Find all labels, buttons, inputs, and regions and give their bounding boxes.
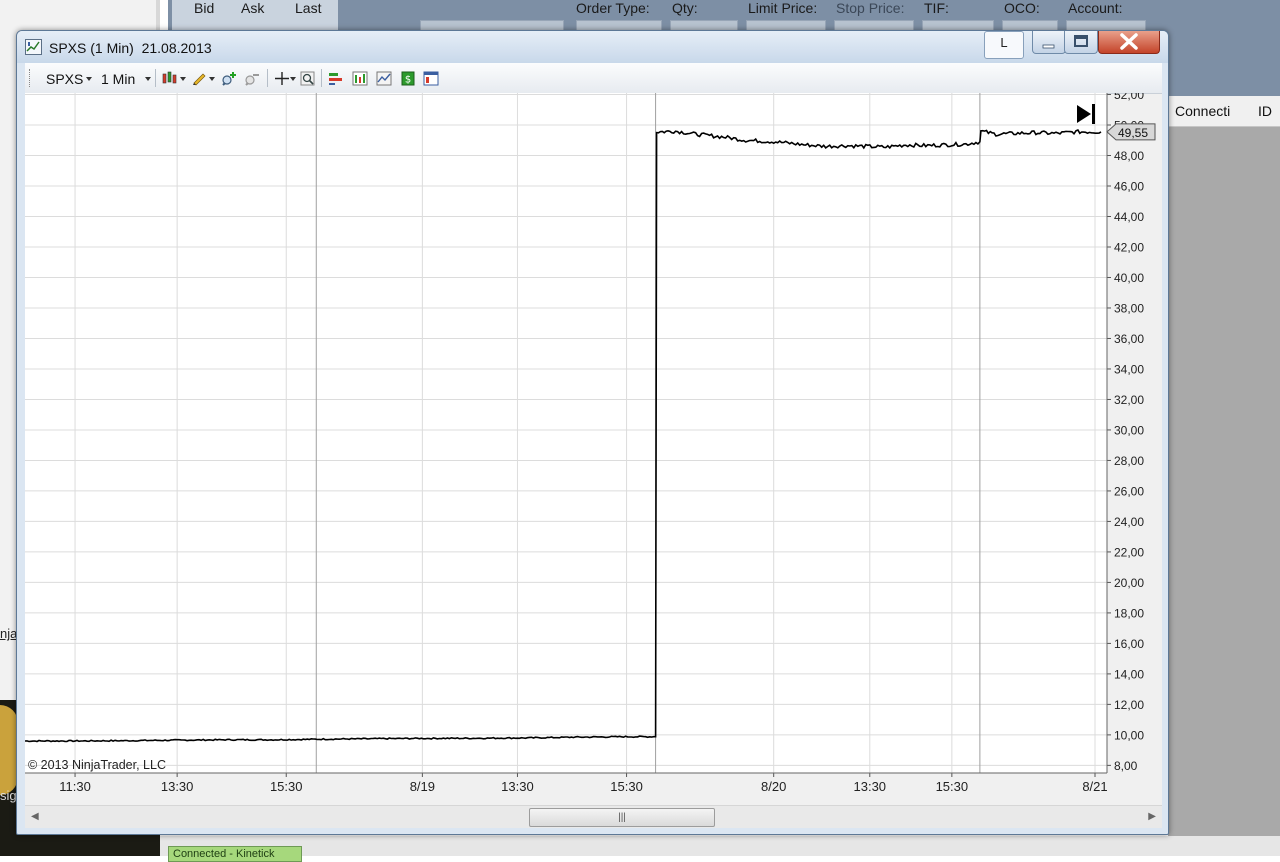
- chart-style-icon[interactable]: [161, 71, 177, 86]
- crosshair-icon[interactable]: [274, 71, 290, 86]
- minimize-icon: [1042, 44, 1055, 49]
- account-header: Account:: [1068, 0, 1123, 16]
- chart-toolbar: SPXS 1 Min $: [25, 63, 1162, 94]
- maximize-button[interactable]: [1064, 31, 1098, 54]
- connections-header-row: Connecti ID: [1168, 96, 1280, 127]
- x-tick-label: 15:30: [270, 779, 303, 794]
- scroll-thumb[interactable]: |||: [529, 808, 715, 827]
- x-tick-label: 8/21: [1082, 779, 1107, 794]
- x-tick-label: 8/19: [410, 779, 435, 794]
- y-tick-label: 8,00: [1114, 759, 1138, 773]
- instrument-selector[interactable]: SPXS: [46, 71, 83, 87]
- magnifier-icon[interactable]: [300, 71, 316, 86]
- drawing-tools-icon[interactable]: [191, 71, 207, 86]
- maximize-icon: [1074, 35, 1088, 47]
- y-tick-label: 48,00: [1114, 149, 1144, 163]
- limit-price-header: Limit Price:: [748, 0, 818, 16]
- copyright-text: © 2013 NinjaTrader, LLC: [28, 758, 166, 772]
- instrument-caret-icon[interactable]: [86, 77, 92, 81]
- minimize-button[interactable]: [1032, 31, 1066, 54]
- stop-price-header: Stop Price:: [836, 0, 905, 16]
- y-tick-label: 52,00: [1114, 93, 1144, 102]
- zoom-out-icon[interactable]: [244, 71, 260, 86]
- x-tick-label: 13:30: [161, 779, 194, 794]
- window-title: SPXS (1 Min) 21.08.2013: [49, 40, 212, 56]
- x-tick-label: 11:30: [59, 779, 91, 794]
- y-tick-label: 36,00: [1114, 332, 1144, 346]
- y-tick-label: 18,00: [1114, 606, 1144, 620]
- toolbar-separator-2: [267, 69, 268, 87]
- background-bottom-bar: [160, 836, 1280, 856]
- x-tick-label: 13:30: [854, 779, 887, 794]
- x-tick-label: 15:30: [936, 779, 969, 794]
- qty-header: Qty:: [672, 0, 698, 16]
- y-tick-label: 16,00: [1114, 637, 1144, 651]
- y-tick-label: 40,00: [1114, 271, 1144, 285]
- close-button[interactable]: [1098, 31, 1160, 54]
- background-connections-panel: Connecti ID: [1168, 96, 1280, 856]
- title-bar[interactable]: SPXS (1 Min) 21.08.2013 L: [17, 31, 1168, 63]
- strategies-icon[interactable]: [376, 71, 392, 86]
- last-header: Last: [295, 0, 322, 16]
- oco-header: OCO:: [1004, 0, 1040, 16]
- price-chart[interactable]: 8,00 10,00 12,00 14,00 16,00 18,00 20,00 22,00 2…: [24, 88, 1162, 805]
- y-tick-label: 42,00: [1114, 240, 1144, 254]
- plot-background: [25, 93, 1107, 773]
- zoom-in-icon[interactable]: [221, 71, 237, 86]
- x-tick-label: 8/20: [761, 779, 786, 794]
- svg-text:$: $: [405, 75, 411, 86]
- data-series-icon[interactable]: [328, 71, 344, 86]
- background-fragment-text-2: sig: [0, 788, 17, 803]
- y-tick-label: 22,00: [1114, 545, 1144, 559]
- y-tick-label: 34,00: [1114, 362, 1144, 376]
- x-tick-label: 15:30: [610, 779, 643, 794]
- chart-canvas[interactable]: 8,00 10,00 12,00 14,00 16,00 18,00 20,00 22,00 2…: [24, 88, 1162, 805]
- connection-column-header[interactable]: Connecti: [1175, 103, 1230, 119]
- dollar-icon[interactable]: $: [400, 71, 416, 86]
- end-bar-icon: [1092, 104, 1095, 124]
- background-fragment-text: nja: [0, 626, 18, 641]
- crosshair-caret-icon[interactable]: [290, 77, 296, 81]
- scroll-right-arrow-icon[interactable]: ▶: [1148, 811, 1156, 822]
- properties-icon[interactable]: [423, 71, 439, 86]
- y-tick-label: 32,00: [1114, 393, 1144, 407]
- horizontal-scrollbar[interactable]: ◀ ||| ▶: [25, 805, 1162, 828]
- y-tick-label: 24,00: [1114, 515, 1144, 529]
- y-tick-label: 28,00: [1114, 454, 1144, 468]
- y-tick-label: 30,00: [1114, 423, 1144, 437]
- chart-app-icon: [25, 39, 42, 55]
- connection-status: Connected - Kinetick: [168, 846, 302, 862]
- scroll-left-arrow-icon[interactable]: ◀: [31, 811, 39, 822]
- chart-client-area: SPXS 1 Min $ 8,00 10,00 12,00 14,00 16,0…: [24, 63, 1162, 828]
- id-column-header[interactable]: ID: [1258, 103, 1272, 119]
- order-type-header: Order Type:: [576, 0, 650, 16]
- close-icon: [1120, 33, 1138, 50]
- toolbar-separator-3: [321, 69, 322, 87]
- interval-caret-icon[interactable]: [145, 77, 151, 81]
- chart-style-caret-icon[interactable]: [180, 77, 186, 81]
- indicators-icon[interactable]: [352, 71, 368, 86]
- y-tick-label: 12,00: [1114, 698, 1144, 712]
- bid-header: Bid: [194, 0, 215, 16]
- drawing-tools-caret-icon[interactable]: [209, 77, 215, 81]
- tif-header: TIF:: [924, 0, 949, 16]
- y-tick-label: 14,00: [1114, 667, 1144, 681]
- chart-window[interactable]: SPXS (1 Min) 21.08.2013 L SPXS 1 Min $ 8…: [16, 30, 1169, 835]
- y-tick-label: 44,00: [1114, 210, 1144, 224]
- y-tick-label: 26,00: [1114, 484, 1144, 498]
- y-tick-label: 38,00: [1114, 301, 1144, 315]
- y-tick-label: 46,00: [1114, 180, 1144, 194]
- y-tick-label: 10,00: [1114, 728, 1144, 742]
- x-tick-label: 13:30: [501, 779, 534, 794]
- y-tick-label: 20,00: [1114, 576, 1144, 590]
- last-price-label: 49,55: [1118, 126, 1148, 140]
- ask-header: Ask: [241, 0, 265, 16]
- interval-selector[interactable]: 1 Min: [101, 71, 135, 87]
- toolbar-separator: [155, 69, 156, 87]
- toolbar-grip[interactable]: [29, 69, 32, 87]
- link-button[interactable]: L: [984, 31, 1024, 59]
